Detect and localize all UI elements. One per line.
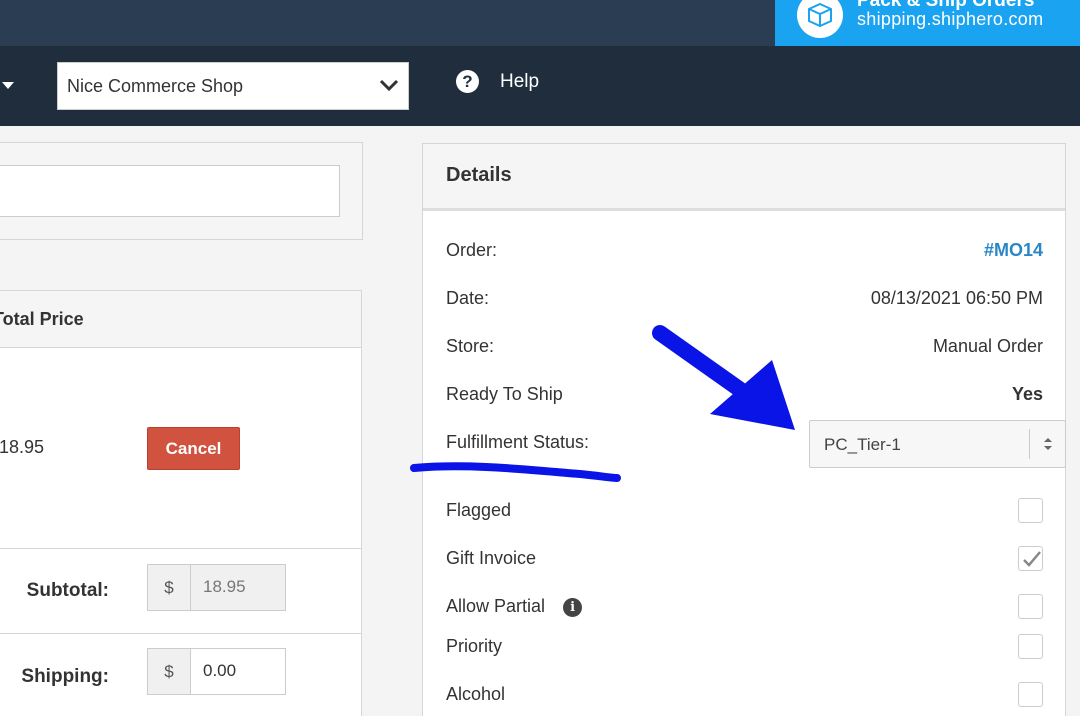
caret-down-icon[interactable]	[2, 82, 14, 89]
subtotal-label: Subtotal:	[26, 580, 109, 601]
fulfillment-status-value: PC_Tier-1	[824, 435, 901, 454]
ready-to-ship-label: Ready To Ship	[446, 384, 563, 404]
gift-invoice-label: Gift Invoice	[446, 548, 537, 568]
fulfillment-status-row: Fulfillment Status: PC_Tier-1	[446, 420, 1066, 468]
shipping-field[interactable]: $ 0.00	[147, 648, 286, 695]
promo-banner[interactable]: Pack & Ship Orders shipping.shiphero.com	[775, 0, 1080, 46]
details-header: Details	[423, 144, 1065, 211]
date-row: Date: 08/13/2021 06:50 PM	[446, 288, 1043, 309]
box-icon	[797, 0, 843, 38]
promo-url[interactable]: shipping.shiphero.com	[857, 9, 1043, 30]
info-icon[interactable]: i	[563, 597, 583, 617]
order-label: Order:	[446, 240, 498, 260]
currency-addon: $	[147, 648, 191, 695]
help-label: Help	[500, 70, 540, 92]
store-label: Store:	[446, 336, 495, 356]
currency-addon: $	[147, 564, 191, 611]
total-price-header: Total Price	[0, 291, 361, 348]
order-row: Order: #MO14	[446, 240, 1043, 261]
date-label: Date:	[446, 288, 490, 308]
subtotal-field: $ 18.95	[147, 564, 286, 611]
allow-partial-row: Allow Partial i	[446, 594, 1043, 619]
checkmark-icon	[1023, 551, 1041, 567]
nav-bar: Nice Commerce Shop ? Help	[0, 46, 1080, 126]
priority-checkbox[interactable]	[1018, 634, 1043, 659]
alcohol-checkbox[interactable]	[1018, 682, 1043, 707]
allow-partial-label: Allow Partial	[446, 596, 546, 616]
allow-partial-checkbox[interactable]	[1018, 594, 1043, 619]
search-input[interactable]	[0, 165, 340, 217]
ready-to-ship-value: Yes	[1011, 384, 1043, 404]
order-number-link[interactable]: #MO14	[984, 240, 1043, 261]
search-panel	[0, 142, 363, 240]
line-item-row: $18.95 Cancel	[0, 349, 361, 549]
alcohol-row: Alcohol	[446, 682, 1043, 707]
store-row: Store: Manual Order	[446, 336, 1043, 357]
flagged-checkbox[interactable]	[1018, 498, 1043, 523]
fulfillment-status-select[interactable]: PC_Tier-1	[809, 420, 1066, 468]
shop-select-value: Nice Commerce Shop	[67, 75, 244, 96]
question-icon: ?	[456, 70, 479, 93]
subtotal-row: Subtotal: $ 18.95	[0, 550, 361, 634]
cancel-button[interactable]: Cancel	[147, 427, 240, 470]
shipping-input[interactable]: 0.00	[191, 648, 286, 695]
subtotal-input: 18.95	[191, 564, 286, 611]
store-value: Manual Order	[932, 336, 1043, 356]
items-panel: Total Price $18.95 Cancel Subtotal: $ 18…	[0, 290, 362, 716]
details-panel: Details Order: #MO14 Date: 08/13/2021 06…	[422, 143, 1066, 716]
shipping-row: Shipping: $ 0.00	[0, 634, 361, 716]
priority-label: Priority	[446, 636, 503, 656]
ready-to-ship-row: Ready To Ship Yes	[446, 384, 1043, 405]
up-down-arrows-icon	[1029, 429, 1065, 459]
help-link[interactable]: ? Help	[456, 70, 539, 93]
fulfillment-status-label: Fulfillment Status:	[446, 432, 590, 452]
item-price: $18.95	[0, 437, 45, 457]
gift-invoice-row: Gift Invoice	[446, 546, 1043, 571]
priority-row: Priority	[446, 634, 1043, 659]
chevron-down-icon	[379, 79, 399, 92]
date-value: 08/13/2021 06:50 PM	[870, 288, 1043, 308]
gift-invoice-checkbox[interactable]	[1018, 546, 1043, 571]
shop-select[interactable]: Nice Commerce Shop	[57, 62, 409, 110]
alcohol-label: Alcohol	[446, 684, 506, 704]
flagged-row: Flagged	[446, 498, 1043, 523]
flagged-label: Flagged	[446, 500, 512, 520]
shipping-label: Shipping:	[21, 666, 109, 687]
